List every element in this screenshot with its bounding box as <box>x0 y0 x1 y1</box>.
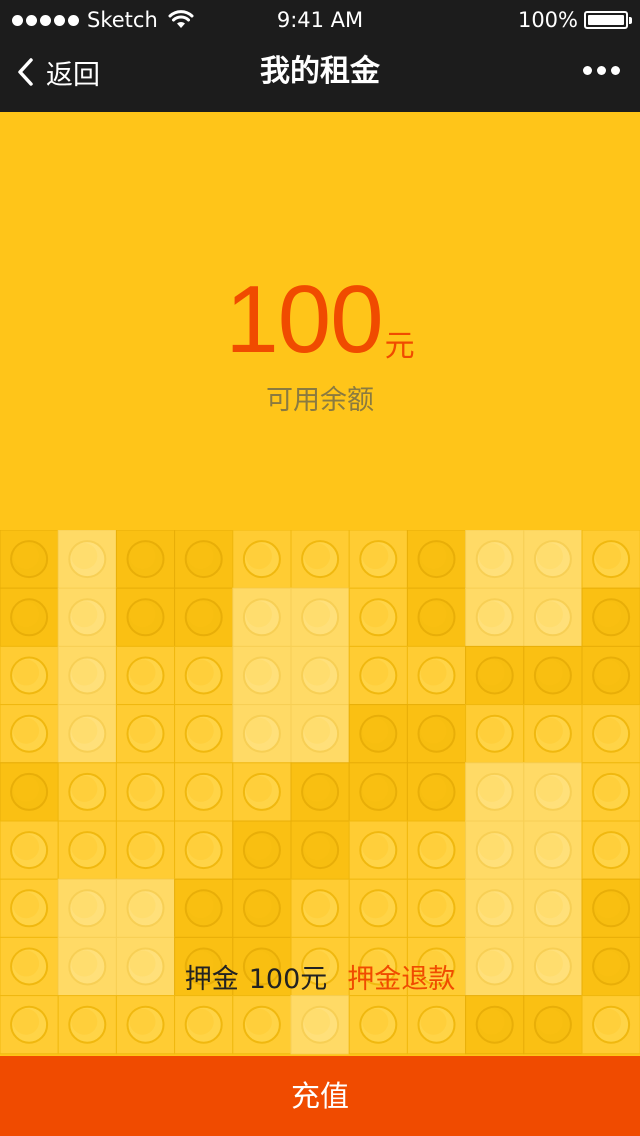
navigation-bar: 返回 我的租金 <box>0 40 640 112</box>
balance-amount: 100 <box>225 266 383 373</box>
balance-block: 100 元 可用余额 <box>0 272 640 417</box>
deposit-row: 押金 100元 押金退款 <box>0 956 640 996</box>
deposit-amount: 100元 <box>248 963 328 995</box>
status-right: 100% <box>517 8 632 32</box>
battery-percentage: 100% <box>517 8 578 32</box>
balance-label: 可用余额 <box>266 385 374 416</box>
more-options-button[interactable] <box>583 66 620 75</box>
more-dot-icon <box>583 66 592 75</box>
status-bar: Sketch 9:41 AM 100% <box>0 0 640 40</box>
more-dot-icon <box>597 66 606 75</box>
deposit-label: 押金 <box>184 963 239 995</box>
rent-screen: Sketch 9:41 AM 100% 返回 我的租金 100 元 可用余额 押… <box>0 0 640 1136</box>
more-dot-icon <box>611 66 620 75</box>
recharge-button[interactable]: 充值 <box>0 1056 640 1136</box>
page-title: 我的租金 <box>260 54 380 89</box>
balance-unit: 元 <box>384 329 415 364</box>
balance-amount-row: 100 元 <box>0 272 640 368</box>
battery-icon <box>584 11 632 29</box>
deposit-refund-link[interactable]: 押金退款 <box>347 957 455 996</box>
